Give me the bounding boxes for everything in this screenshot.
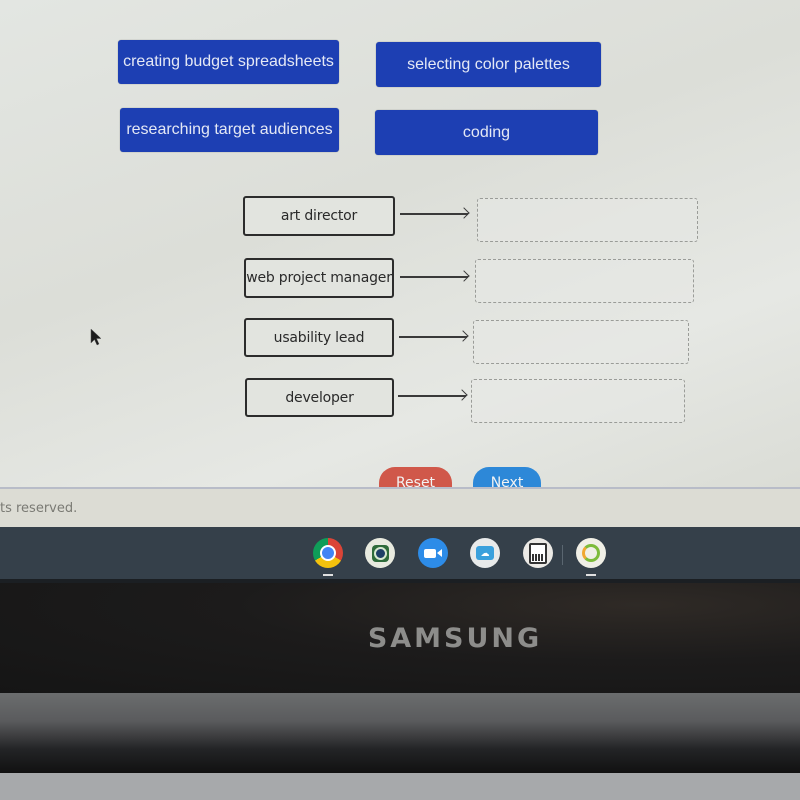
term-label: web project manager — [246, 270, 392, 286]
term-box: developer — [245, 378, 394, 417]
calculator-icon[interactable] — [523, 538, 553, 568]
laptop-bezel: SAMSUNG — [0, 583, 800, 693]
answer-tile-label: selecting color palettes — [407, 55, 570, 73]
answer-tile-label: creating budget spreadsheets — [123, 53, 334, 70]
drop-target[interactable] — [473, 320, 689, 364]
term-label: usability lead — [273, 329, 365, 346]
drop-target[interactable] — [475, 259, 694, 303]
arrow-right-icon — [400, 207, 470, 220]
mouse-cursor-icon — [90, 328, 102, 346]
answer-tile-label: researching target audiences — [126, 121, 333, 138]
answer-tile-label: coding — [462, 123, 511, 141]
laptop-hinge — [0, 693, 800, 773]
term-label: developer — [285, 389, 354, 406]
brand-logo: SAMSUNG — [367, 623, 543, 654]
taskbar-shelf: ☁ — [0, 527, 800, 583]
zoom-video-icon[interactable] — [418, 538, 448, 568]
drop-target[interactable] — [471, 379, 685, 423]
circle-app-icon[interactable] — [576, 538, 606, 576]
copyright-text: ts reserved. — [0, 501, 78, 516]
answer-tile[interactable]: creating budget spreadsheets — [118, 40, 339, 84]
arrow-right-icon — [399, 330, 469, 343]
answer-tile[interactable]: researching target audiences — [120, 108, 339, 152]
shelf-divider — [562, 545, 563, 565]
term-box: web project manager — [244, 258, 394, 298]
screen: creating budget spreadsheets selecting c… — [0, 0, 800, 530]
arrow-right-icon — [400, 270, 470, 283]
answer-tile[interactable]: coding — [375, 110, 598, 155]
cloud-app-icon[interactable]: ☁ — [470, 538, 500, 568]
term-box: art director — [243, 196, 395, 236]
camera-app-icon[interactable] — [365, 538, 395, 568]
drop-target[interactable] — [477, 198, 698, 242]
chrome-icon[interactable] — [313, 538, 343, 576]
page-footer: ts reserved. — [0, 487, 800, 529]
reset-button[interactable]: Reset — [379, 467, 452, 489]
term-label: art director — [280, 208, 358, 224]
term-box: usability lead — [244, 318, 394, 357]
arrow-right-icon — [398, 389, 468, 402]
laptop-base — [0, 773, 800, 800]
answer-tile[interactable]: selecting color palettes — [376, 42, 601, 87]
next-button[interactable]: Next — [473, 467, 541, 489]
